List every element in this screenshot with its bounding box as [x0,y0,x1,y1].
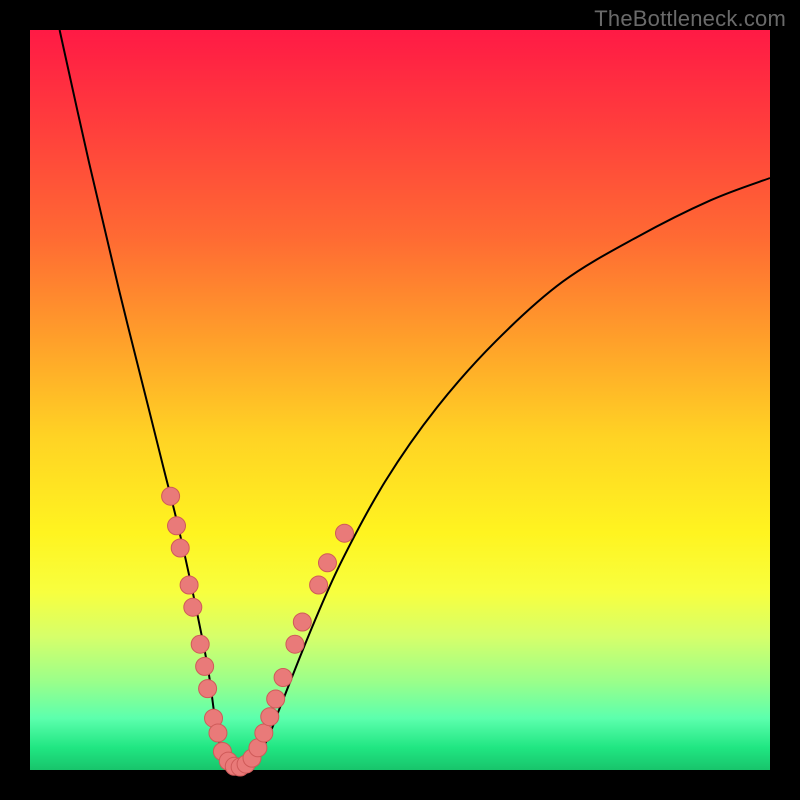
curve-markers [162,487,354,776]
curve-svg [30,30,770,770]
curve-dot [336,524,354,542]
watermark-text: TheBottleneck.com [594,6,786,32]
curve-dot [286,635,304,653]
curve-dot [184,598,202,616]
outer-frame: TheBottleneck.com [0,0,800,800]
curve-dot [196,657,214,675]
plot-area [30,30,770,770]
curve-dot [199,680,217,698]
curve-dot [168,517,186,535]
curve-dot [310,576,328,594]
curve-dot [209,724,227,742]
curve-dot [180,576,198,594]
curve-dot [293,613,311,631]
curve-dot [267,690,285,708]
curve-dot [318,554,336,572]
bottleneck-curve [60,30,770,771]
curve-dot [171,539,189,557]
curve-dot [255,724,273,742]
curve-dot [274,669,292,687]
curve-dot [191,635,209,653]
curve-dot [261,708,279,726]
curve-dot [162,487,180,505]
